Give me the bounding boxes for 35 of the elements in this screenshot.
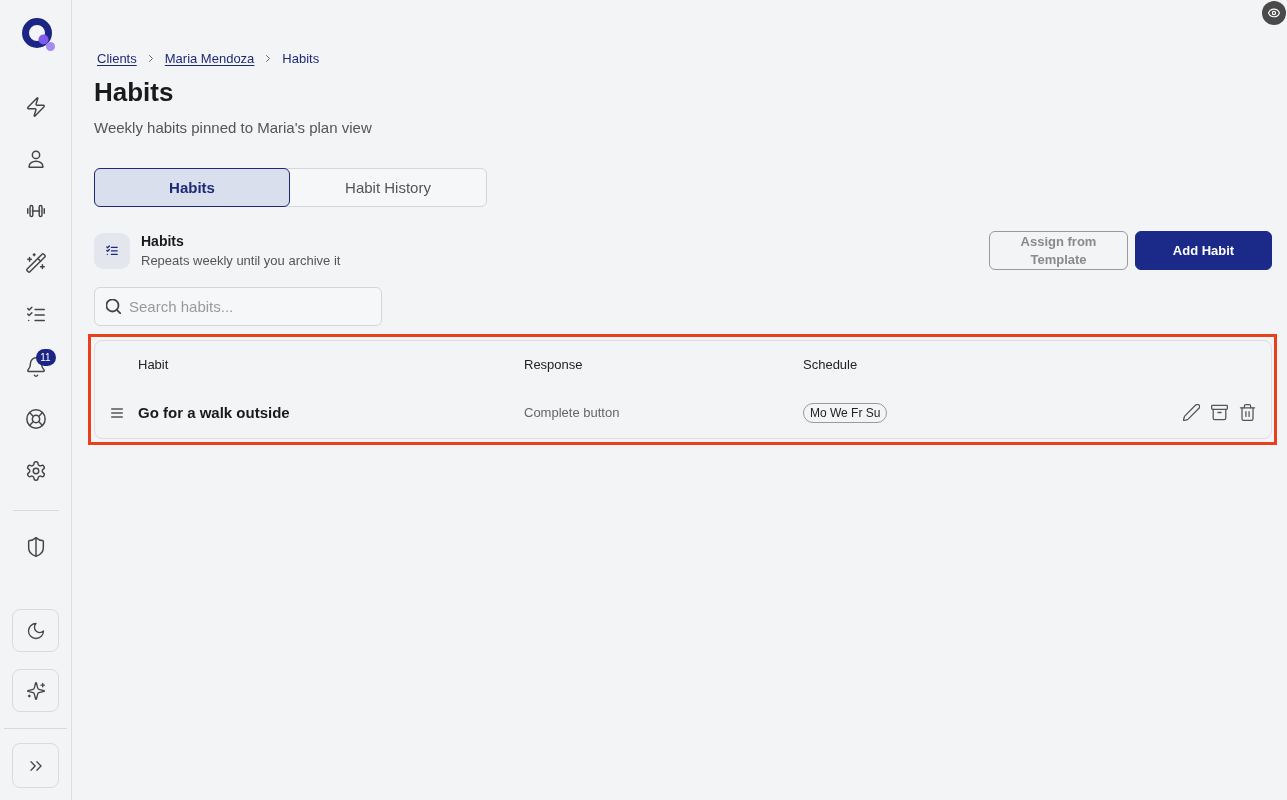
chevron-icon bbox=[266, 54, 271, 62]
eye-icon[interactable] bbox=[1262, 1, 1286, 25]
archive-box-icon[interactable] bbox=[1211, 404, 1228, 421]
lifebuoy-icon[interactable] bbox=[24, 408, 47, 430]
lightning-icon[interactable] bbox=[24, 96, 47, 118]
page-title: Habits bbox=[94, 76, 174, 108]
notification-badge: 11 bbox=[35, 349, 56, 366]
add-habit-button[interactable]: Add Habit bbox=[1135, 231, 1272, 270]
sparkles-icon bbox=[25, 680, 46, 701]
column-header: Schedule bbox=[803, 356, 858, 372]
magic-wand-icon[interactable] bbox=[24, 252, 47, 274]
drag-handle-icon[interactable] bbox=[111, 407, 123, 418]
theme-toggle-button[interactable] bbox=[12, 609, 59, 652]
moon-icon bbox=[25, 620, 46, 641]
chevron-icon bbox=[148, 54, 153, 62]
ai-assistant-button[interactable] bbox=[12, 669, 59, 712]
settings-icon[interactable] bbox=[24, 460, 47, 482]
search-field[interactable]: Search habits... bbox=[94, 287, 382, 326]
logo[interactable] bbox=[20, 17, 57, 53]
breadcrumb-current: Habits bbox=[282, 50, 320, 66]
column-header: Response bbox=[524, 356, 583, 372]
table-cell: Go for a walk outside bbox=[138, 404, 290, 421]
tab[interactable]: Habits bbox=[94, 168, 290, 207]
search-icon bbox=[106, 299, 121, 314]
column-header: Habit bbox=[138, 356, 169, 372]
trash-icon[interactable] bbox=[1239, 404, 1256, 421]
pencil-icon[interactable] bbox=[1183, 404, 1200, 421]
breadcrumb-link[interactable]: Clients bbox=[97, 50, 137, 66]
section-subtitle: Repeats weekly until you archive it bbox=[141, 251, 341, 270]
breadcrumb-link[interactable]: Maria Mendoza bbox=[164, 50, 255, 66]
table-cell: Complete button bbox=[524, 405, 620, 420]
section-title: Habits bbox=[141, 231, 184, 250]
page-subtitle: Weekly habits pinned to Maria's plan view bbox=[94, 118, 372, 138]
checklist-icon bbox=[94, 232, 130, 269]
tab[interactable]: Habit History bbox=[290, 168, 486, 207]
